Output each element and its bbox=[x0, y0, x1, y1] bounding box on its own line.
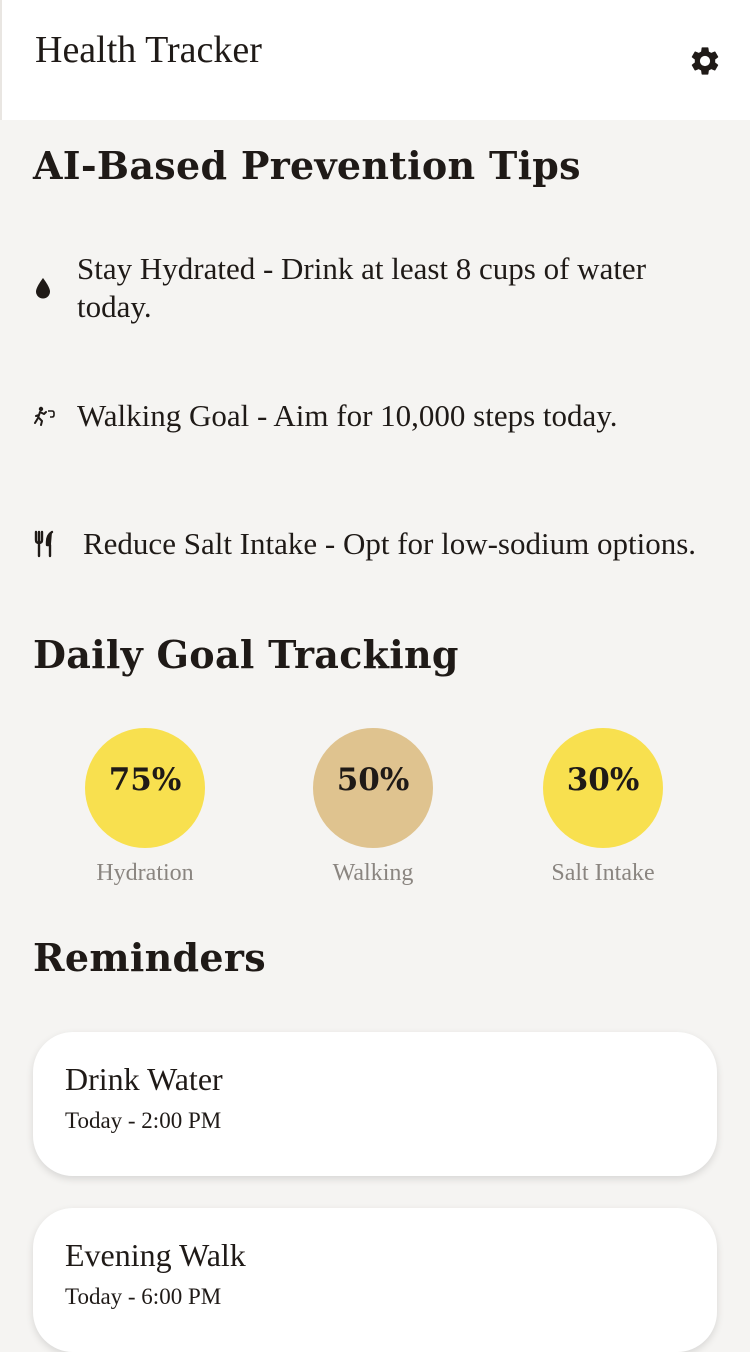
goal-label: Walking bbox=[332, 860, 414, 886]
tip-item: Stay Hydrated - Drink at least 8 cups of… bbox=[33, 240, 713, 336]
tip-text: Stay Hydrated - Drink at least 8 cups of… bbox=[77, 251, 647, 324]
goal-label: Salt Intake bbox=[551, 860, 655, 886]
goal-percentage: 30% bbox=[566, 762, 640, 798]
goal-percentage: 75% bbox=[108, 762, 182, 798]
fork-knife-icon bbox=[34, 530, 54, 558]
goals-section-title: Daily Goal Tracking bbox=[33, 632, 459, 677]
goal-hydration[interactable]: 75% Hydration bbox=[55, 728, 235, 898]
goal-label: Hydration bbox=[96, 860, 194, 886]
reminder-title: Drink Water bbox=[65, 1061, 223, 1097]
goal-progress-circle: 50% bbox=[313, 728, 433, 848]
reminders-section-title: Reminders bbox=[33, 935, 266, 980]
goal-walking[interactable]: 50% Walking bbox=[283, 728, 463, 898]
reminder-time: Today - 2:00 PM bbox=[65, 1108, 222, 1133]
tips-section-title: AI-Based Prevention Tips bbox=[33, 143, 581, 188]
goal-progress-circle: 30% bbox=[543, 728, 663, 848]
goal-progress-circle: 75% bbox=[85, 728, 205, 848]
top-bar: Health Tracker bbox=[0, 0, 750, 120]
goal-percentage: 50% bbox=[336, 762, 410, 798]
tip-text: Reduce Salt Intake - Opt for low-sodium … bbox=[83, 526, 697, 561]
reminder-card[interactable]: Drink Water Today - 2:00 PM bbox=[33, 1032, 717, 1176]
settings-button[interactable] bbox=[686, 42, 724, 80]
walking-icon bbox=[34, 406, 55, 426]
reminder-card[interactable]: Evening Walk Today - 6:00 PM bbox=[33, 1208, 717, 1352]
goal-salt-intake[interactable]: 30% Salt Intake bbox=[513, 728, 693, 898]
gear-icon bbox=[691, 47, 719, 75]
tip-text: Walking Goal - Aim for 10,000 steps toda… bbox=[77, 398, 618, 433]
app-screen: Health Tracker AI-Based Prevention Tips … bbox=[0, 0, 750, 1352]
reminder-time: Today - 6:00 PM bbox=[65, 1284, 222, 1309]
reminder-title: Evening Walk bbox=[65, 1237, 246, 1273]
app-title: Health Tracker bbox=[35, 29, 262, 71]
tip-item: Walking Goal - Aim for 10,000 steps toda… bbox=[33, 368, 713, 464]
water-drop-icon bbox=[36, 278, 50, 299]
tip-item: Reduce Salt Intake - Opt for low-sodium … bbox=[33, 496, 713, 592]
